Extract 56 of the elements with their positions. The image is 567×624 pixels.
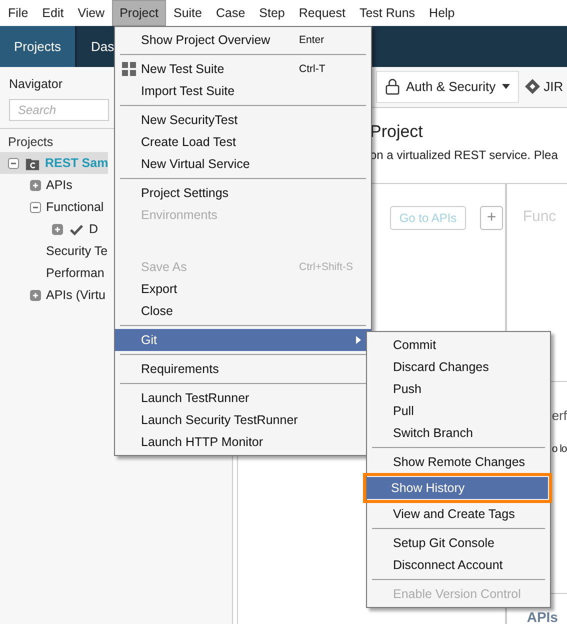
menu-item[interactable]: View and Create Tags — [367, 503, 550, 525]
menu-bar-item[interactable]: Request — [292, 0, 352, 26]
tree-item[interactable]: APIs (Virtu — [0, 284, 106, 306]
expand-icon[interactable] — [52, 224, 63, 234]
menu-item[interactable]: Show History — [367, 477, 548, 499]
menu-bar-item[interactable]: Suite — [166, 0, 209, 26]
collapse-icon[interactable] — [8, 158, 19, 168]
tab[interactable]: Projects — [0, 26, 77, 67]
menu-item[interactable]: Import Test Suite — [115, 80, 371, 102]
shortcut-text: Ctrl+Shift-S — [299, 261, 354, 273]
collapse-icon[interactable] — [30, 202, 41, 212]
grid-icon — [122, 62, 136, 76]
panel-title: Navigator — [9, 77, 62, 93]
menu-bar-item[interactable]: Test Runs — [352, 0, 422, 26]
menu-item[interactable]: Git — [115, 329, 371, 351]
menu-item[interactable]: Disconnect Account — [367, 554, 550, 576]
menu-bar-item[interactable]: Edit — [35, 0, 71, 26]
menu-item[interactable]: Discard Changes — [367, 356, 550, 378]
card-title: erf — [552, 408, 567, 423]
menu-bar-item[interactable]: Project — [112, 0, 166, 26]
menu-item[interactable]: Project Settings — [115, 182, 371, 204]
menu-item[interactable]: Switch Branch — [367, 422, 550, 444]
search-field[interactable]: Search — [9, 99, 109, 121]
menu-item[interactable]: Show Remote Changes — [367, 451, 550, 473]
menu-item[interactable]: Close — [115, 300, 371, 322]
menu-bar-item[interactable]: Case — [208, 0, 252, 26]
shortcut-text: Enter — [299, 34, 326, 46]
menu-bar-item[interactable]: File — [1, 0, 36, 26]
caret-icon — [502, 84, 510, 90]
page-title: Project — [370, 122, 424, 143]
diamond-icon — [524, 79, 540, 94]
menu-bar-item[interactable]: Help — [422, 0, 462, 26]
menu-item[interactable]: New Virtual Service — [115, 153, 371, 175]
menu-item[interactable]: Create Load Test — [115, 131, 371, 153]
tree-title: Projects — [8, 135, 54, 151]
tree-item[interactable]: Performan — [0, 262, 104, 284]
tree-item[interactable]: D — [0, 218, 98, 240]
menu-bar-item[interactable]: View — [70, 0, 112, 26]
auth-security-button[interactable]: Auth & Security — [376, 70, 519, 103]
menu-item[interactable]: Push — [367, 378, 550, 400]
jira-button[interactable]: JIR — [524, 79, 564, 94]
menu-bar-item[interactable]: Step — [252, 0, 292, 26]
menu-item[interactable]: New SecurityTest — [115, 109, 371, 131]
tree-item[interactable]: APIs — [0, 174, 72, 196]
tree-item[interactable]: Functional — [0, 196, 104, 218]
shortcut-text: Ctrl-T — [299, 63, 326, 75]
menu-item[interactable]: Pull — [367, 400, 550, 422]
expand-icon[interactable] — [30, 290, 41, 300]
menu-item[interactable]: Export — [115, 278, 371, 300]
menu-item[interactable]: Setup Git Console — [367, 532, 550, 554]
add-button[interactable]: + — [480, 206, 503, 230]
expand-icon[interactable] — [30, 180, 41, 190]
lock-icon — [385, 78, 400, 96]
card-title: APIs — [526, 611, 559, 624]
tree-item[interactable]: Security Te — [0, 240, 108, 262]
card-text: o lo — [552, 443, 567, 455]
